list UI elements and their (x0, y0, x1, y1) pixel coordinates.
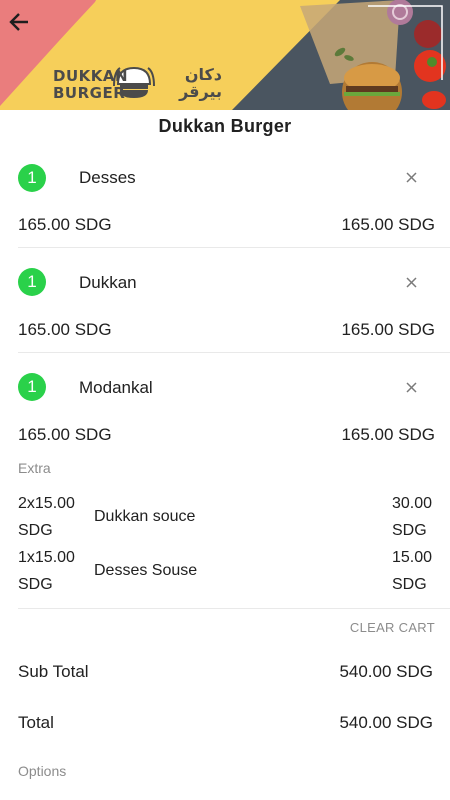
extra-price-amount: 15.00 (392, 549, 433, 566)
remove-item-button[interactable] (401, 377, 421, 397)
item-line-total: 165.00 SDG (341, 425, 435, 444)
cart-item: 1 Desses 165.00 SDG 165.00 SDG (18, 164, 450, 234)
item-name: Dukkan (79, 273, 137, 292)
close-icon (405, 381, 417, 393)
back-button[interactable] (8, 12, 44, 48)
brand-logo-ar-line-1: دكان (184, 65, 222, 84)
extra-unit-amount: 1x15.00 (18, 549, 75, 566)
cart-item: 1 Dukkan 165.00 SDG 165.00 SDG (18, 268, 450, 339)
extra-item: 1x15.00 SDG Desses Souse 15.00 SDG (18, 544, 450, 598)
brand-logo-ar-line-2: بيرقر (179, 82, 222, 101)
extra-unit-price: 1x15.00 SDG (18, 544, 88, 598)
divider (18, 352, 450, 353)
divider (18, 608, 450, 609)
extra-unit-amount: 2x15.00 (18, 495, 75, 512)
divider (18, 247, 450, 248)
total-label: Total (18, 713, 54, 732)
quantity-badge[interactable]: 1 (18, 373, 46, 401)
brand-logo-arabic: دكان بيرقر (160, 66, 222, 100)
close-icon (405, 171, 417, 183)
extra-line-price: 30.00 SDG (392, 490, 442, 544)
quantity-badge[interactable]: 1 (18, 164, 46, 192)
extra-name: Desses Souse (94, 562, 198, 579)
extra-price-amount: 30.00 (392, 495, 433, 512)
item-name: Desses (79, 168, 136, 187)
extra-line-price: 15.00 SDG (392, 544, 442, 598)
item-name: Modankal (79, 378, 153, 397)
item-line-total: 165.00 SDG (341, 215, 435, 234)
subtotal-label: Sub Total (18, 662, 89, 681)
quantity-badge[interactable]: 1 (18, 268, 46, 296)
brand-logo-line-1: DUKKAN (53, 67, 129, 85)
item-line-total: 165.00 SDG (341, 320, 435, 339)
total-value: 540.00 SDG (339, 713, 433, 732)
options-label: Options (18, 763, 67, 779)
close-icon (405, 276, 417, 288)
subtotal-value: 540.00 SDG (339, 662, 433, 681)
arrow-left-icon (9, 13, 28, 31)
extra-price-currency: SDG (392, 522, 427, 539)
extra-name: Dukkan souce (94, 508, 196, 525)
extra-item: 2x15.00 SDG Dukkan souce 30.00 SDG (18, 490, 450, 544)
remove-item-button[interactable] (401, 167, 421, 187)
extras-label: Extra (18, 460, 51, 476)
header-banner: DUKKAN BURGER دكان بيرقر (0, 0, 450, 110)
remove-item-button[interactable] (401, 272, 421, 292)
cart-item: 1 Modankal 165.00 SDG 165.00 SDG (18, 373, 450, 444)
restaurant-title: Dukkan Burger (158, 116, 292, 136)
item-unit-price: 165.00 SDG (18, 320, 112, 339)
item-unit-price: 165.00 SDG (18, 215, 112, 234)
extra-price-currency: SDG (392, 576, 427, 593)
brand-logo-line-2: BURGER (53, 84, 126, 102)
extra-unit-currency: SDG (18, 576, 53, 593)
brand-logo-english: DUKKAN BURGER (53, 68, 128, 102)
extra-unit-currency: SDG (18, 522, 53, 539)
extra-unit-price: 2x15.00 SDG (18, 490, 88, 544)
item-unit-price: 165.00 SDG (18, 425, 112, 444)
clear-cart-button[interactable]: CLEAR CART (350, 620, 435, 635)
